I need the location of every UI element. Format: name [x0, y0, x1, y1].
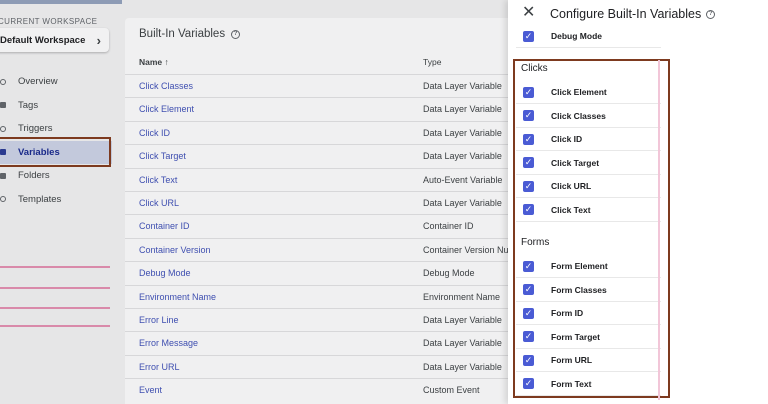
sidebar-item-label: Triggers — [18, 123, 53, 135]
table-row[interactable]: Environment Name Environment Name — [125, 284, 525, 308]
help-icon[interactable]: ? — [231, 29, 241, 39]
variable-type: Data Layer Variable — [423, 127, 502, 138]
column-header-type[interactable]: Type — [423, 57, 441, 67]
annotation-line — [0, 287, 110, 289]
variable-name-link[interactable]: Click Element — [139, 104, 194, 114]
variable-name-link[interactable]: Container Version — [139, 245, 211, 255]
variable-name-link[interactable]: Click Classes — [139, 81, 193, 91]
variable-type: Container ID — [423, 221, 474, 232]
built-in-variables-card: Built-In Variables ? Name ↑ Type Click C… — [125, 18, 525, 404]
variable-type: Data Layer Variable — [423, 314, 502, 325]
sidebar-item-label: Templates — [18, 193, 62, 205]
variable-type: Data Layer Variable — [423, 151, 502, 162]
trigger-icon — [0, 125, 6, 132]
variable-name-link[interactable]: Event — [139, 385, 162, 395]
sidebar-item-folders[interactable]: Folders — [0, 164, 112, 188]
close-icon[interactable]: ✕ — [522, 5, 535, 21]
annotation-line — [0, 307, 110, 309]
workspace-name: Default Workspace — [0, 34, 86, 46]
top-progress-line — [0, 0, 122, 4]
variables-highlight-box — [0, 137, 111, 167]
variable-type: Custom Event — [423, 385, 480, 396]
variable-name-link[interactable]: Click Text — [139, 175, 177, 185]
variables-table: Click Classes Data Layer Variable Click E… — [125, 74, 525, 401]
table-row[interactable]: Container ID Container ID — [125, 214, 525, 237]
table-row[interactable]: Event Custom Event — [125, 378, 525, 401]
table-row[interactable]: Click Text Auto-Event Variable — [125, 167, 525, 191]
variable-name-link[interactable]: Debug Mode — [139, 268, 191, 278]
table-row[interactable]: Click Target Data Layer Variable — [125, 144, 525, 167]
sidebar-item-templates[interactable]: Templates — [0, 188, 112, 212]
table-header: Name ↑ Type — [139, 57, 529, 71]
variable-name-link[interactable]: Click URL — [139, 198, 179, 208]
overview-icon — [0, 78, 6, 85]
variable-name-link[interactable]: Click Target — [139, 151, 186, 161]
tag-icon — [0, 102, 6, 109]
column-header-name[interactable]: Name ↑ — [139, 57, 169, 67]
table-row[interactable]: Click ID Data Layer Variable — [125, 120, 525, 144]
variable-name-link[interactable]: Error Message — [139, 338, 198, 348]
annotation-line — [658, 60, 660, 400]
variable-name-link[interactable]: Container ID — [139, 221, 190, 231]
table-row[interactable]: Error Message Data Layer Variable — [125, 331, 525, 354]
table-row[interactable]: Container Version Container Version Num — [125, 237, 525, 261]
variable-type: Auto-Event Variable — [423, 174, 503, 185]
sections-highlight-box — [513, 59, 670, 398]
card-title-text: Built-In Variables — [139, 28, 226, 40]
sidebar-item-label: Tags — [18, 99, 39, 111]
table-row[interactable]: Click Classes Data Layer Variable — [125, 74, 525, 97]
variable-type: Data Layer Variable — [423, 197, 502, 208]
checkbox-checked-icon[interactable]: ✓ — [523, 30, 534, 42]
annotation-line — [0, 325, 110, 327]
sidebar-item-label: Folders — [18, 170, 50, 182]
variable-name-link[interactable]: Environment Name — [139, 292, 216, 302]
variable-type: Data Layer Variable — [423, 361, 502, 372]
variable-type: Debug Mode — [423, 268, 475, 279]
workspace-selector[interactable]: Default Workspace › — [0, 28, 109, 52]
variable-name-link[interactable]: Click ID — [139, 128, 170, 138]
variable-name-link[interactable]: Error URL — [139, 362, 180, 372]
sidebar-item-label: Overview — [18, 76, 58, 88]
annotation-line — [0, 266, 110, 268]
help-icon[interactable]: ? — [706, 9, 716, 19]
card-title: Built-In Variables ? — [139, 28, 241, 40]
variable-type: Data Layer Variable — [423, 338, 502, 349]
templates-icon — [0, 196, 6, 203]
chevron-right-icon: › — [96, 32, 101, 48]
table-row[interactable]: Debug Mode Debug Mode — [125, 261, 525, 284]
variable-type: Data Layer Variable — [423, 104, 502, 115]
checkbox-label: Debug Mode — [551, 31, 602, 41]
variable-type: Data Layer Variable — [423, 81, 502, 91]
table-row[interactable]: Click URL Data Layer Variable — [125, 190, 525, 214]
panel-title: Configure Built-In Variables ? — [550, 7, 716, 21]
table-row[interactable]: Error Line Data Layer Variable — [125, 307, 525, 331]
folder-icon — [0, 172, 6, 179]
variable-type: Container Version Num — [423, 244, 517, 255]
table-row[interactable]: Error URL Data Layer Variable — [125, 354, 525, 378]
configure-built-in-variables-panel: ✕ Configure Built-In Variables ? ✓ Debug… — [508, 0, 768, 404]
variable-type: Environment Name — [423, 291, 501, 302]
sidebar-item-overview[interactable]: Overview — [0, 70, 112, 94]
table-row[interactable]: Click Element Data Layer Variable — [125, 97, 525, 120]
workspace-label: CURRENT WORKSPACE — [0, 17, 98, 26]
variable-name-link[interactable]: Error Line — [139, 315, 179, 325]
sidebar-item-tags[interactable]: Tags — [0, 94, 112, 118]
checkbox-item-debug-mode[interactable]: ✓ Debug Mode — [516, 25, 661, 48]
panel-title-text: Configure Built-In Variables — [550, 7, 702, 21]
